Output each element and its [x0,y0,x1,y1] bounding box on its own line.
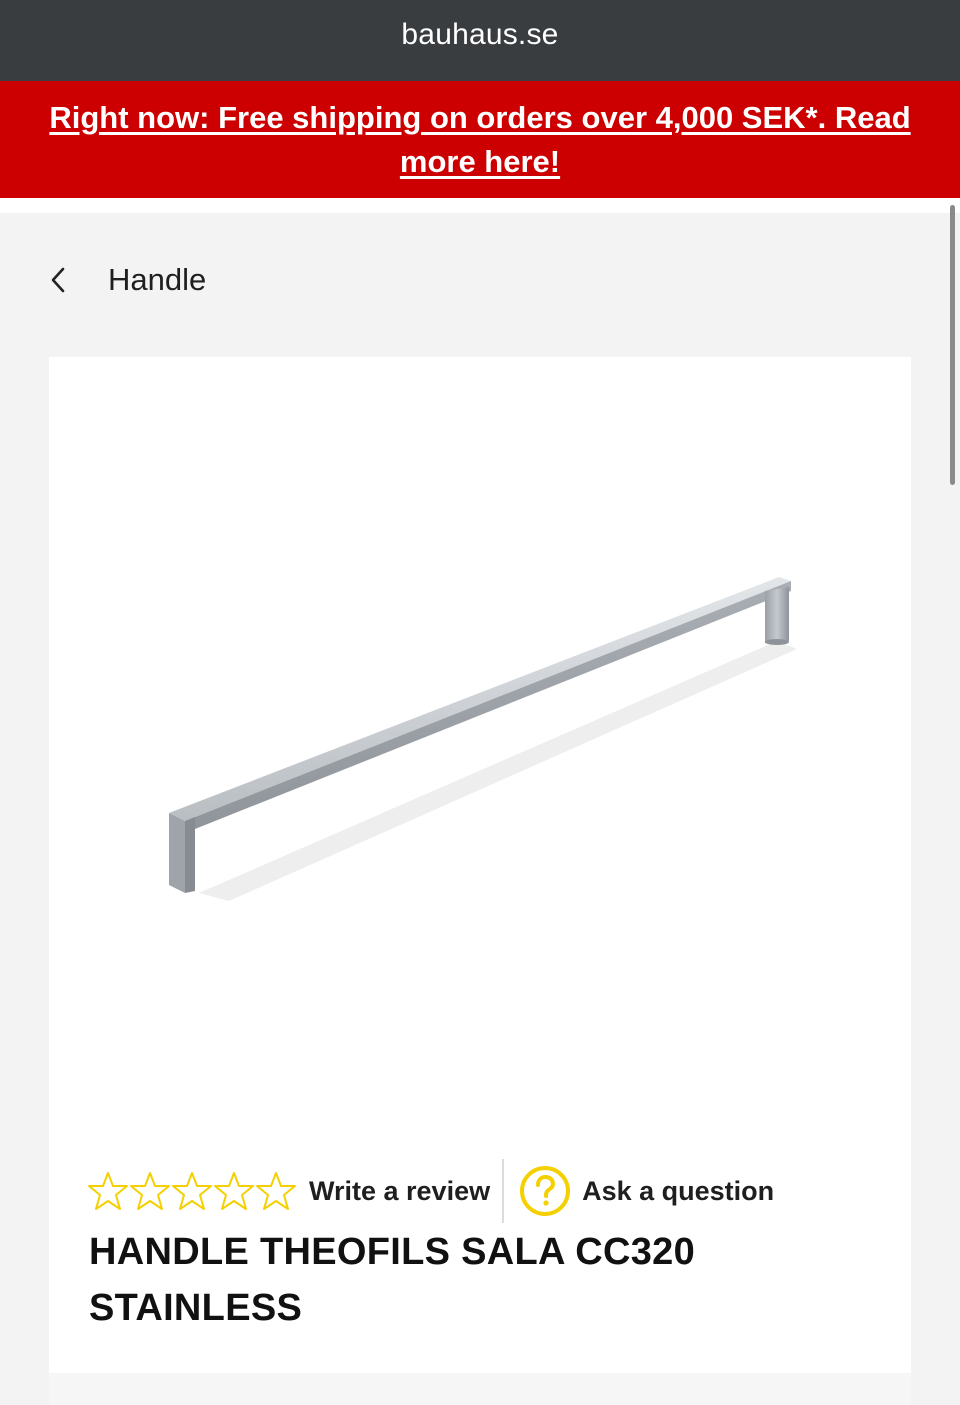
breadcrumb-label[interactable]: Handle [108,262,206,298]
star-rating[interactable] [87,1170,297,1212]
question-circle-icon[interactable] [518,1164,572,1218]
promo-link[interactable]: Right now: Free shipping on orders over … [40,96,920,184]
address-bar-domain[interactable]: bauhaus.se [401,18,558,52]
ask-question-button[interactable]: Ask a question [518,1164,774,1218]
product-image[interactable] [159,557,819,917]
chevron-left-icon[interactable] [46,264,70,296]
star-outline-icon[interactable] [171,1170,213,1212]
product-card: Write a review Ask a question HANDLE THE… [49,357,911,1373]
header-spacer [0,198,960,213]
star-outline-icon[interactable] [129,1170,171,1212]
browser-address-bar[interactable]: bauhaus.se [0,0,960,81]
promo-banner: Right now: Free shipping on orders over … [0,81,960,198]
star-outline-icon[interactable] [213,1170,255,1212]
breadcrumb[interactable]: Handle [46,250,206,310]
star-outline-icon[interactable] [255,1170,297,1212]
product-title: HANDLE THEOFILS SALA CC320 STAINLESS [89,1231,696,1329]
rating-divider [502,1159,505,1223]
write-review-link[interactable]: Write a review [309,1176,490,1207]
star-outline-icon[interactable] [87,1170,129,1212]
next-section [49,1373,911,1405]
ask-question-label: Ask a question [582,1175,775,1206]
rating-row: Write a review Ask a question [87,1157,774,1225]
page-scrollbar[interactable] [950,205,955,485]
